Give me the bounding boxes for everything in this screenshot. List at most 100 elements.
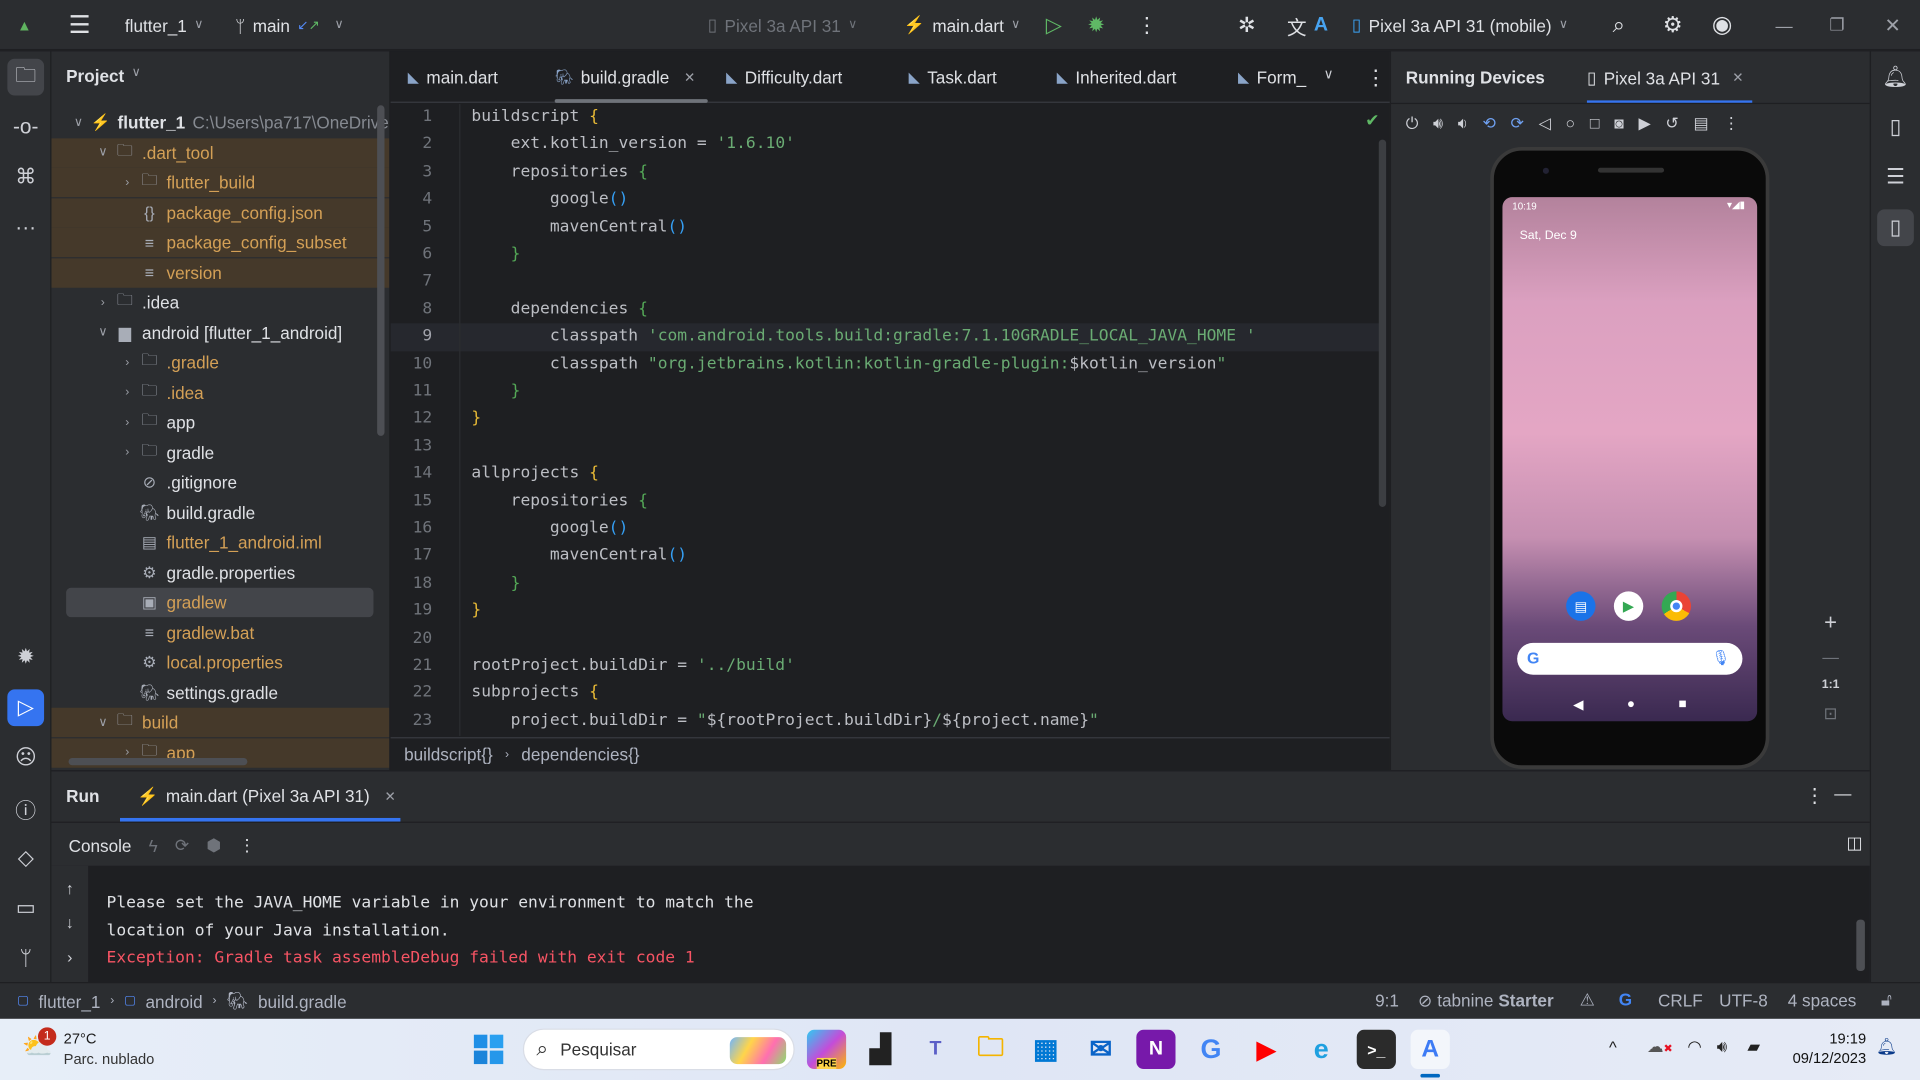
- code-line[interactable]: 23 project.buildDir = "${rootProject.bui…: [391, 708, 1383, 736]
- code-line[interactable]: 10 classpath "org.jetbrains.kotlin:kotli…: [391, 351, 1383, 379]
- git-icon[interactable]: ᛘ: [7, 940, 44, 977]
- tree-item[interactable]: › 🗀 .idea: [51, 288, 389, 317]
- tree-item[interactable]: ▤ flutter_1_android.iml: [51, 528, 389, 557]
- tree-item[interactable]: ∨ ⚡ flutter_1 C:\Users\pa717\OneDrive: [51, 108, 389, 137]
- code-line[interactable]: 15 repositories {: [391, 488, 1383, 516]
- onenote-icon[interactable]: N: [1136, 1029, 1176, 1069]
- project-folder-icon[interactable]: 🗀: [7, 58, 45, 96]
- branch-selector[interactable]: ᛘ main ↙↗ ∨: [235, 0, 343, 50]
- overview-icon[interactable]: □: [1590, 114, 1600, 134]
- code-line[interactable]: 19}: [391, 598, 1383, 626]
- editor-tab[interactable]: ◣ Inherited.dart: [1057, 51, 1177, 102]
- tree-item[interactable]: ⊘ .gitignore: [51, 468, 389, 497]
- more-icon[interactable]: ⋮: [1723, 114, 1739, 134]
- code-line[interactable]: 1 buildscript {: [391, 104, 1383, 132]
- chevron-down-icon[interactable]: ∨: [93, 326, 113, 339]
- zoom-fit-icon[interactable]: ⊡: [1824, 704, 1838, 724]
- code-line[interactable]: 3 repositories {: [391, 159, 1383, 187]
- mail-icon[interactable]: ✉: [1081, 1030, 1120, 1069]
- commit-icon[interactable]: -o-: [7, 109, 44, 146]
- show-hidden-icons[interactable]: ^: [1609, 1038, 1617, 1056]
- device-manager-icon[interactable]: ▯: [1877, 109, 1914, 146]
- play-store-app-icon[interactable]: ▶: [1613, 591, 1644, 621]
- chevron-down-icon[interactable]: ∨: [93, 716, 113, 729]
- rotate-left-icon[interactable]: ⟲: [1482, 114, 1495, 134]
- breadcrumb-buildscript[interactable]: buildscript{}: [404, 744, 493, 764]
- code-line[interactable]: 21 rootProject.buildDir = '../build': [391, 653, 1383, 681]
- tree-item[interactable]: 🐘︎ settings.gradle: [51, 678, 389, 707]
- code-line[interactable]: 8 dependencies {: [391, 296, 1383, 324]
- tree-item[interactable]: ⚙ local.properties: [51, 648, 389, 677]
- code-line[interactable]: 12}: [391, 406, 1383, 434]
- code-line[interactable]: 6 }: [391, 241, 1383, 269]
- hot-reload-icon[interactable]: ϟ: [149, 836, 158, 856]
- code-line[interactable]: 18 }: [391, 570, 1383, 598]
- main-menu-icon[interactable]: ☰: [69, 0, 91, 50]
- android-studio-app-icon[interactable]: A: [1410, 1029, 1450, 1069]
- scroll-up-icon[interactable]: ↑: [51, 872, 88, 906]
- code-line[interactable]: 20: [391, 625, 1383, 653]
- line-separator[interactable]: CRLF: [1658, 991, 1703, 1011]
- expand-icon[interactable]: ›: [51, 940, 88, 974]
- volume-down-icon[interactable]: 🔉︎: [1458, 114, 1468, 134]
- code-line[interactable]: 2 ext.kotlin_version = '1.6.10': [391, 131, 1383, 159]
- device-config-selector[interactable]: ▯ Pixel 3a API 31 ∨: [708, 0, 857, 50]
- chrome-app-icon[interactable]: [1661, 591, 1692, 621]
- tree-item[interactable]: ≡ package_config_subset: [51, 227, 390, 258]
- copilot-icon[interactable]: PRE: [806, 1029, 847, 1069]
- tree-item[interactable]: ∨ ▆ android [flutter_1_android]: [51, 318, 389, 347]
- indent-setting[interactable]: 4 spaces: [1788, 991, 1857, 1011]
- tree-item[interactable]: ≡ version: [51, 257, 390, 288]
- restore-button[interactable]: ❐: [1829, 0, 1844, 50]
- flutter-outline-icon[interactable]: ☰: [1877, 159, 1914, 196]
- nav-home-icon[interactable]: ●: [1627, 697, 1635, 712]
- breadcrumb-dependencies[interactable]: dependencies{}: [521, 744, 639, 764]
- home-icon[interactable]: ○: [1566, 114, 1576, 134]
- feedback-icon[interactable]: ⚠: [1580, 989, 1595, 1010]
- more-actions-icon[interactable]: ⋮: [1136, 0, 1157, 50]
- tree-item[interactable]: › 🗀 gradle: [51, 438, 389, 467]
- chevron-right-icon[interactable]: ›: [93, 296, 113, 309]
- rotate-right-icon[interactable]: ⟳: [1511, 114, 1524, 134]
- back-icon[interactable]: ◁: [1539, 114, 1551, 134]
- run-icon[interactable]: ▷: [1046, 0, 1062, 50]
- snapshot-icon[interactable]: ↺: [1665, 114, 1678, 134]
- code-line[interactable]: 17 mavenCentral(): [391, 543, 1383, 571]
- tab-list-chevron-icon[interactable]: ∨: [1324, 66, 1334, 82]
- layout-icon[interactable]: ◫: [1847, 833, 1863, 854]
- volume-up-icon[interactable]: 🔊︎: [1433, 114, 1443, 134]
- google-search-widget[interactable]: G 🎙︎: [1517, 642, 1743, 675]
- nav-recents-icon[interactable]: ■: [1678, 697, 1686, 712]
- project-view-selector[interactable]: Project ∨: [66, 66, 140, 86]
- screenshot-icon[interactable]: ◙: [1614, 114, 1624, 134]
- volume-icon[interactable]: 🔊︎: [1717, 1037, 1727, 1057]
- console-output[interactable]: ↑ ↓ › Please set the JAVA_HOME variable in…: [51, 865, 1870, 984]
- editor-scrollbar[interactable]: [1378, 139, 1387, 507]
- microsoft-store-icon[interactable]: ▦: [1026, 1030, 1065, 1069]
- onedrive-error-icon[interactable]: ☁✖: [1647, 1037, 1673, 1057]
- code-line[interactable]: 4 google(): [391, 186, 1383, 214]
- zoom-out-icon[interactable]: —: [1822, 648, 1839, 666]
- close-window-button[interactable]: ✕: [1884, 0, 1900, 50]
- code-area[interactable]: 1 buildscript {2 ext.kotlin_version = '1.…: [390, 104, 1390, 736]
- google-icon[interactable]: G: [1619, 989, 1632, 1009]
- tree-vertical-scrollbar[interactable]: [377, 105, 385, 436]
- tree-item[interactable]: {} package_config.json: [51, 197, 390, 228]
- gem-icon[interactable]: ◇: [7, 840, 44, 877]
- stop-icon[interactable]: ⬢: [206, 835, 221, 856]
- tree-item[interactable]: › 🗀 flutter_build: [51, 167, 390, 198]
- code-line[interactable]: 22 subprojects {: [391, 680, 1383, 708]
- run-options-icon[interactable]: ⋮: [1805, 784, 1825, 808]
- tree-item[interactable]: ∨ 🗀 .dart_tool: [51, 137, 390, 168]
- hide-panel-icon[interactable]: —: [1834, 784, 1851, 804]
- console-tab[interactable]: Console: [69, 836, 132, 856]
- battery-icon[interactable]: ▰: [1747, 1037, 1760, 1057]
- teams-icon[interactable]: T: [916, 1030, 955, 1069]
- structure-icon[interactable]: ⌘: [7, 159, 44, 196]
- device-tab[interactable]: ▯ Pixel 3a API 31 ✕: [1587, 67, 1744, 88]
- chevron-right-icon[interactable]: ›: [118, 446, 138, 459]
- task-view-icon[interactable]: ▟: [861, 1030, 900, 1069]
- power-icon[interactable]: ⏻: [1406, 114, 1419, 134]
- zoom-actual-size-button[interactable]: 1:1: [1822, 678, 1840, 691]
- notification-bell-icon[interactable]: 🔔︎: [1876, 1037, 1897, 1057]
